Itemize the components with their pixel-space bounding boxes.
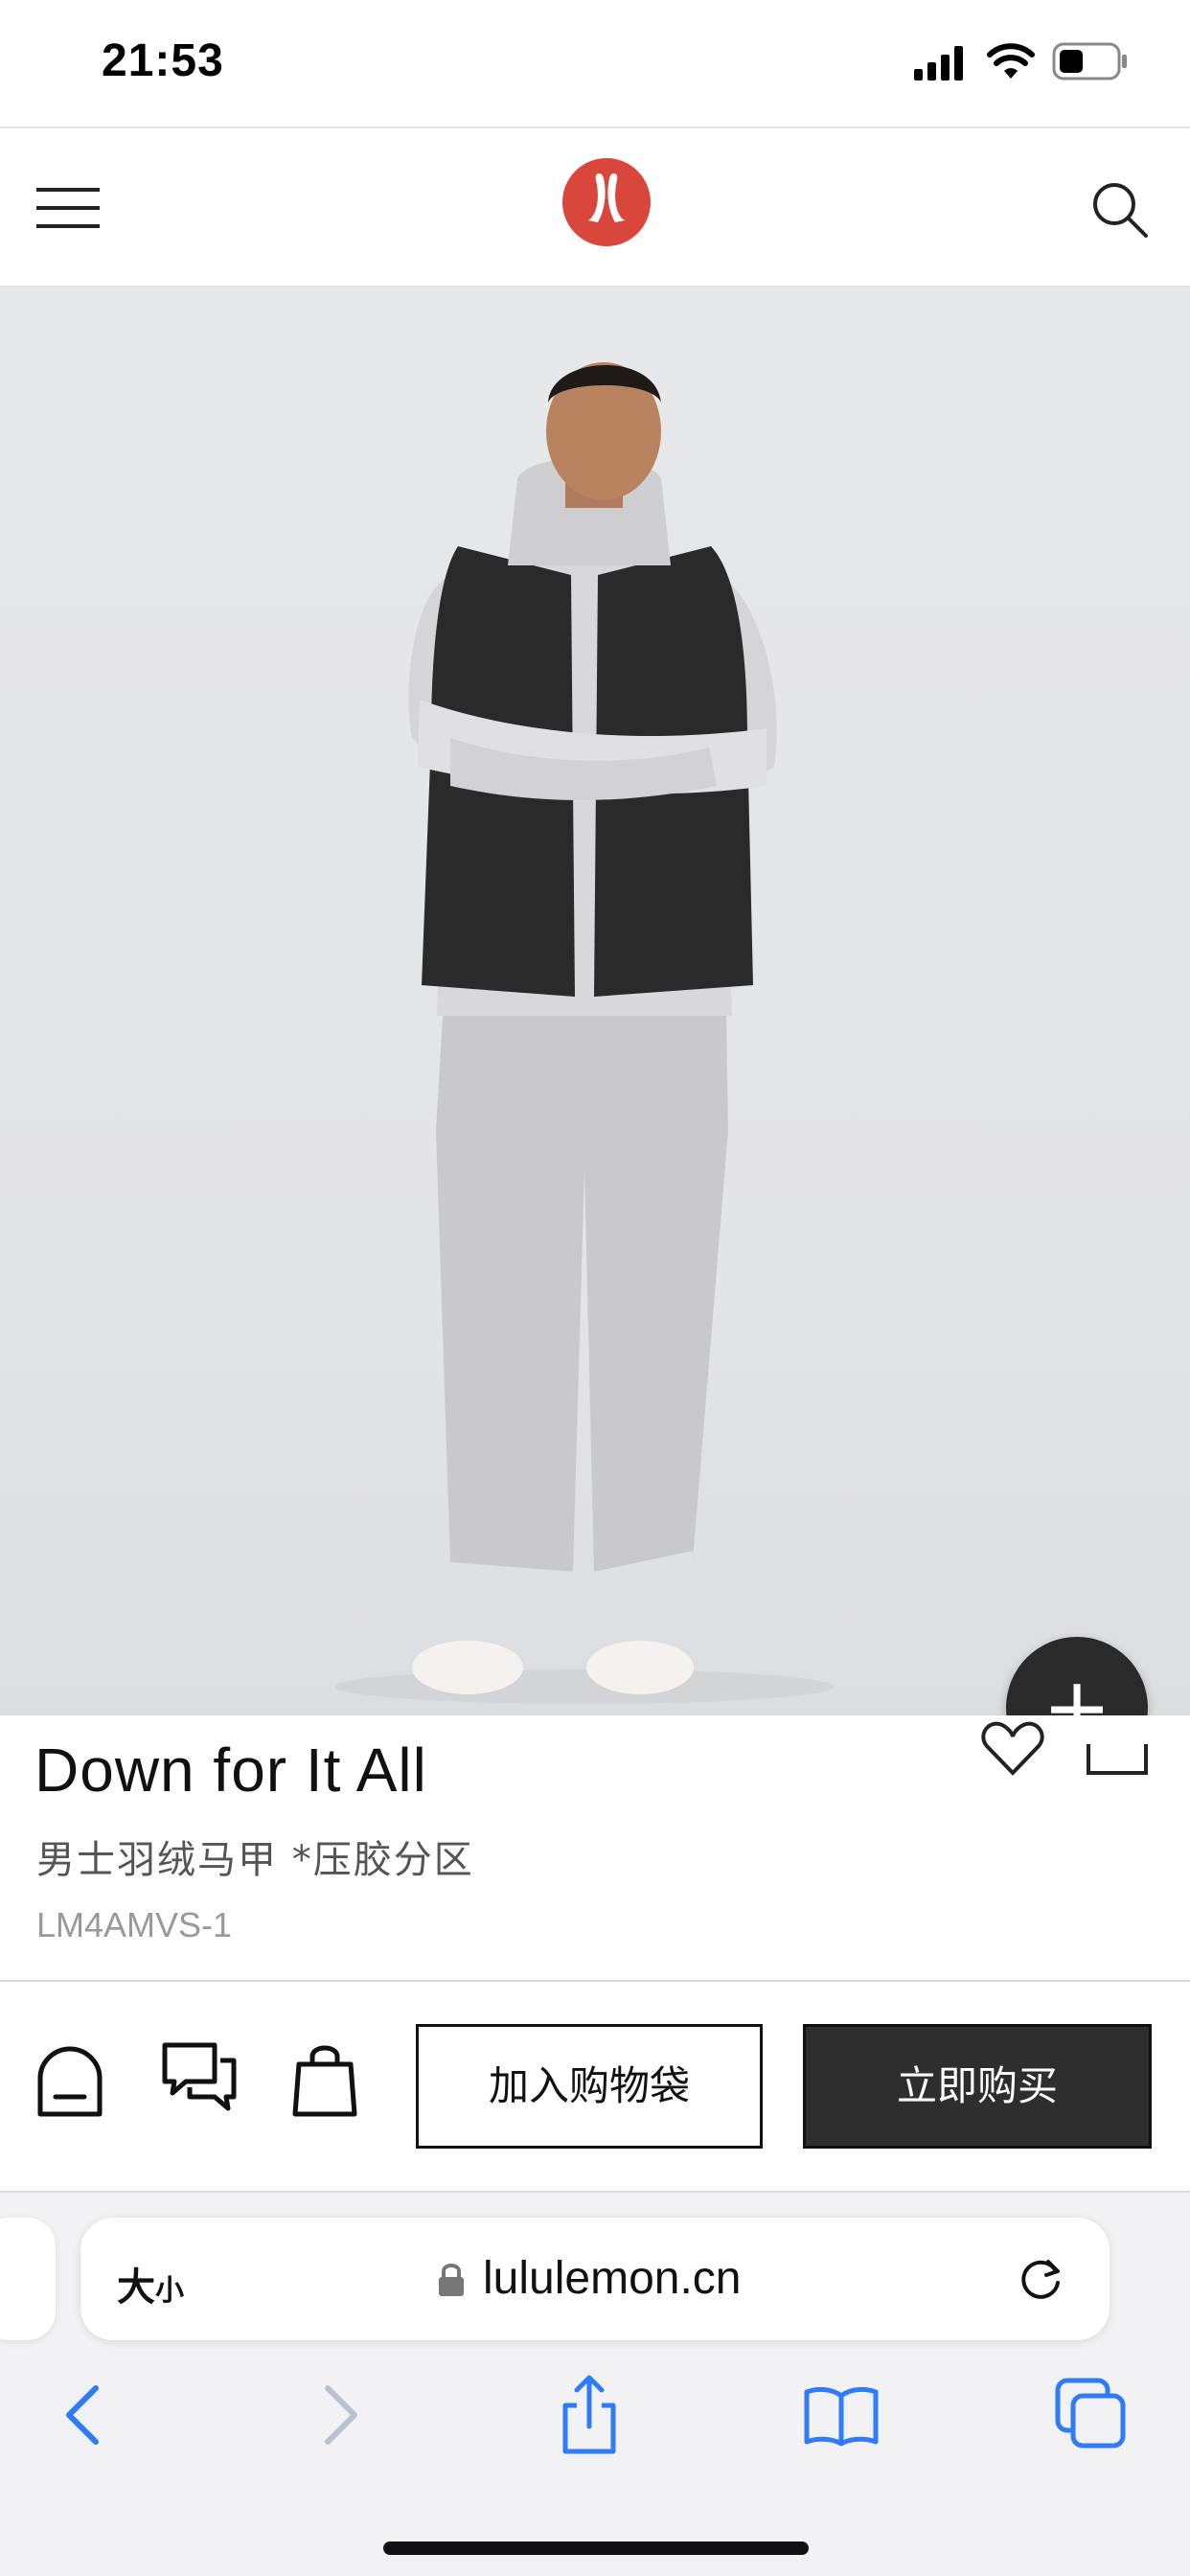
add-to-bag-button[interactable]: 加入购物袋 (416, 2024, 763, 2149)
home-icon[interactable] (33, 2043, 107, 2120)
cellular-signal-icon (914, 46, 963, 80)
heart-icon[interactable] (979, 1715, 1046, 1779)
product-info: Down for It All 男士羽绒马甲 *压胶分区 LM4AMVS-1 (0, 1715, 1190, 1982)
action-bar: 加入购物袋 立即购买 (0, 1982, 1190, 2191)
site-header (0, 126, 1190, 288)
shopping-bag-icon[interactable] (291, 2039, 358, 2120)
search-icon[interactable] (1090, 180, 1150, 240)
share-upload-icon[interactable] (556, 2373, 623, 2457)
tabs-icon[interactable] (1054, 2377, 1127, 2450)
status-bar: 21:53 (0, 0, 1190, 126)
model-photo (335, 362, 834, 1704)
lululemon-logo[interactable] (561, 157, 652, 247)
text-size-button[interactable]: 大小 (117, 2256, 184, 2312)
chat-icon[interactable] (161, 2039, 238, 2116)
product-title: Down for It All (34, 1736, 427, 1805)
home-indicator (383, 2542, 809, 2555)
product-subtitle: 男士羽绒马甲 *压胶分区 (36, 1838, 474, 1882)
status-time: 21:53 (102, 35, 224, 86)
product-sku: LM4AMVS-1 (36, 1905, 233, 1944)
reload-icon[interactable] (1016, 2254, 1067, 2306)
bookmarks-icon[interactable] (803, 2384, 880, 2448)
buy-now-button[interactable]: 立即购买 (803, 2024, 1152, 2149)
back-arrow-icon[interactable] (59, 2380, 107, 2450)
address-bar[interactable]: 大小 lululemon.cn (80, 2218, 1110, 2340)
battery-icon (1052, 42, 1127, 80)
product-image[interactable] (0, 288, 1190, 1715)
share-icon[interactable] (1083, 1715, 1152, 1777)
wifi-icon (987, 43, 1035, 79)
text-size-big-label: 大 (117, 2266, 155, 2310)
lock-icon (439, 2264, 464, 2296)
forward-arrow-icon[interactable] (316, 2380, 364, 2450)
previous-tab-card[interactable] (0, 2218, 56, 2340)
browser-toolbar: 大小 lululemon.cn (0, 2191, 1190, 2576)
hamburger-menu-icon[interactable] (36, 184, 103, 232)
url-text[interactable]: lululemon.cn (483, 2252, 741, 2305)
text-size-small-label: 小 (155, 2274, 184, 2308)
